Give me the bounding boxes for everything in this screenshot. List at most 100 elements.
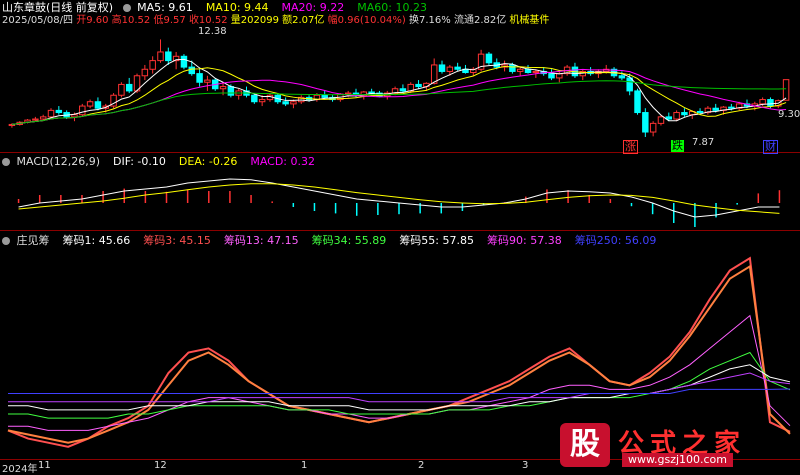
watermark-logo: 股 xyxy=(560,423,610,467)
price-last-label: 9.30 xyxy=(778,109,800,120)
chip-line-3 xyxy=(8,351,791,419)
macd-header: MACD(12,26,9) DIF: -0.10 DEA: -0.26 MACD… xyxy=(2,155,315,168)
candle-body xyxy=(548,73,555,79)
candle-body xyxy=(258,99,266,103)
info-date: 2025/05/08/四 xyxy=(2,15,74,26)
candle-body xyxy=(532,70,540,74)
candle-body xyxy=(125,83,133,92)
chip-line-2 xyxy=(8,314,791,431)
candle-body xyxy=(626,77,633,92)
info-low: 低9.57 xyxy=(153,15,186,26)
chip-line-4 xyxy=(8,364,791,411)
candle-body xyxy=(94,101,102,109)
dif-label: DIF: -0.10 xyxy=(113,155,166,168)
candle-body xyxy=(759,99,766,105)
ma-lines xyxy=(11,58,787,125)
chip-line-6 xyxy=(8,388,791,394)
candle-body xyxy=(55,109,63,114)
ma60-label: MA60: 10.23 xyxy=(357,1,427,14)
candle-body xyxy=(782,79,790,101)
candle-body xyxy=(227,86,235,96)
macd-label: MACD: 0.32 xyxy=(250,155,315,168)
dea-label: DEA: -0.26 xyxy=(178,155,238,168)
info-float: 流通2.82亿 xyxy=(453,15,507,26)
candle-body xyxy=(282,101,289,105)
candle-body xyxy=(344,92,352,95)
info-open: 开9.60 xyxy=(76,15,109,26)
candle-body xyxy=(649,122,657,133)
settings-dot-icon[interactable] xyxy=(122,4,131,12)
price-high-label: 12.38 xyxy=(198,26,227,37)
watermark-url: www.gszj100.com xyxy=(622,453,734,467)
settings-dot-icon[interactable] xyxy=(2,237,10,245)
candle-body xyxy=(681,112,688,116)
candle-body xyxy=(196,73,203,83)
candle-body xyxy=(180,55,188,68)
candle-body xyxy=(399,88,407,92)
info-close: 收10.52 xyxy=(188,15,228,26)
candle-body xyxy=(454,66,461,70)
candle-body xyxy=(219,86,227,90)
candle-body xyxy=(79,105,86,116)
axis-month-2: 2 xyxy=(418,460,425,471)
chip90-label: 筹码90: 57.38 xyxy=(487,234,562,247)
ma5-label: MA5: 9.61 xyxy=(137,1,193,14)
badge-zhang[interactable]: 涨 xyxy=(623,140,638,154)
candle-body xyxy=(188,66,196,75)
panel-divider xyxy=(0,230,800,231)
ma10-line xyxy=(11,65,787,125)
candle-body xyxy=(485,53,493,64)
candle-body xyxy=(446,66,454,72)
candle-body xyxy=(86,101,94,107)
stock-name[interactable]: 山东章鼓(日线 前复权) xyxy=(2,1,113,14)
ma20-label: MA20: 9.22 xyxy=(281,1,345,14)
ma10-label: MA10: 9.44 xyxy=(205,1,269,14)
panel-divider xyxy=(0,152,800,153)
candle-body xyxy=(657,116,665,124)
info-amount: 额2.07亿 xyxy=(282,15,325,26)
candle-body xyxy=(642,112,649,133)
chip-panel xyxy=(7,256,791,448)
chip3-label: 筹码3: 45.15 xyxy=(143,234,211,247)
info-line: 2025/05/08/四 开9.60 高10.52 低9.57 收10.52 量… xyxy=(2,14,549,27)
badge-cai[interactable]: 财 xyxy=(763,140,778,154)
chip1-label: 筹码1: 45.66 xyxy=(62,234,131,247)
candle-body xyxy=(712,107,719,111)
chip13-label: 筹码13: 47.15 xyxy=(223,234,299,247)
candle-body xyxy=(618,75,626,79)
candle-body xyxy=(634,90,641,114)
axis-month-1: 1 xyxy=(301,460,308,471)
settings-dot-icon[interactable] xyxy=(2,158,10,166)
chip-header: 庄见筹 筹码1: 45.66 筹码3: 45.15 筹码13: 47.15 筹码… xyxy=(2,234,656,247)
candle-body xyxy=(165,51,172,62)
info-change: 幅0.96(10.04%) xyxy=(327,15,406,26)
candle-body xyxy=(118,83,125,96)
badge-die[interactable]: 跌 xyxy=(671,140,684,152)
chip-line-5 xyxy=(8,372,791,403)
candle-body xyxy=(415,83,422,88)
axis-month-3: 3 xyxy=(522,460,529,471)
candle-body xyxy=(204,79,211,83)
axis-month-11: 11 xyxy=(38,460,51,471)
chip-line-0 xyxy=(7,256,791,448)
candle-body xyxy=(157,51,164,62)
candle-body xyxy=(767,99,774,107)
candle-body xyxy=(509,64,516,72)
macd-title: MACD(12,26,9) xyxy=(16,155,101,168)
candle-body xyxy=(141,68,149,77)
candle-body xyxy=(438,64,446,72)
chip34-label: 筹码34: 55.89 xyxy=(311,234,387,247)
candlestick-series xyxy=(8,39,790,137)
chip250-label: 筹码250: 56.09 xyxy=(574,234,657,247)
candle-body xyxy=(71,114,78,118)
candle-body xyxy=(149,60,156,70)
candle-body xyxy=(728,106,735,109)
candle-body xyxy=(696,110,704,114)
axis-month-12: 12 xyxy=(154,460,167,471)
main-header: 山东章鼓(日线 前复权) MA5: 9.61 MA10: 9.44 MA20: … xyxy=(2,1,427,14)
macd-panel xyxy=(17,178,781,227)
info-sector: 机械基件 xyxy=(509,15,550,26)
candle-body xyxy=(368,91,375,94)
chip-title: 庄见筹 xyxy=(16,234,50,247)
candle-body xyxy=(516,68,524,72)
